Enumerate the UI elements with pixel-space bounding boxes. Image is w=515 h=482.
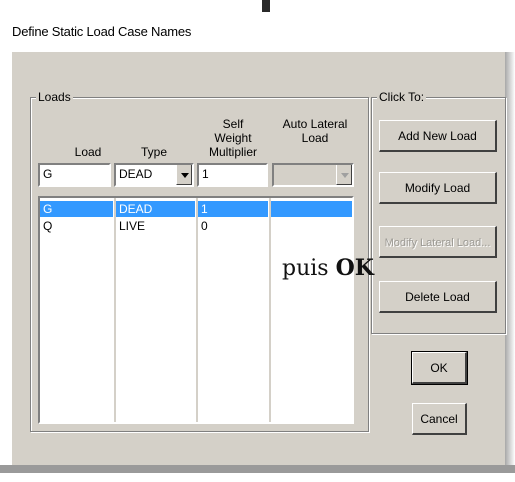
loads-list[interactable]: G DEAD 1 Q LIVE 0: [38, 196, 354, 424]
type-select-value: DEAD: [119, 167, 153, 181]
cancel-button[interactable]: Cancel: [412, 403, 467, 435]
header-self-weight-multiplier: Self Weight Multiplier: [208, 117, 257, 159]
multiplier-input[interactable]: 1: [197, 163, 268, 187]
bottom-edge: [0, 465, 515, 473]
window-title: Define Static Load Case Names: [12, 24, 192, 39]
row-multiplier-cell: 1: [201, 202, 208, 216]
type-select[interactable]: DEAD: [114, 163, 194, 187]
title-bar: Define Static Load Case Names: [0, 12, 515, 52]
annotation-text: puis: [282, 256, 336, 281]
header-load: Load: [74, 145, 102, 159]
row-multiplier-cell: 0: [201, 219, 208, 233]
left-edge: [0, 52, 12, 472]
top-band: [0, 0, 515, 12]
row-load-cell: G: [43, 202, 53, 216]
header-type: Type: [140, 145, 167, 159]
column-divider: [269, 198, 271, 422]
modify-lateral-load-button[interactable]: Modify Lateral Load...: [379, 226, 497, 258]
load-name-input[interactable]: G: [38, 163, 111, 187]
column-divider: [114, 198, 116, 422]
header-auto-lateral-load: Auto Lateral Load: [282, 117, 348, 145]
chevron-down-icon[interactable]: [176, 165, 192, 185]
column-divider: [196, 198, 198, 422]
multiplier-value: 1: [202, 167, 209, 181]
load-name-value: G: [43, 167, 53, 181]
row-type-cell: LIVE: [119, 219, 146, 233]
modify-load-button[interactable]: Modify Load: [379, 172, 497, 204]
right-shadow: [505, 52, 515, 467]
click-to-label: Click To:: [377, 90, 427, 104]
background-window-edge: [262, 0, 270, 12]
add-new-load-button[interactable]: Add New Load: [379, 120, 497, 152]
annotation-bold: OK: [335, 255, 374, 281]
row-type-cell: DEAD: [119, 202, 153, 216]
auto-lateral-select[interactable]: [272, 163, 354, 187]
row-load-cell: Q: [43, 219, 53, 233]
chevron-down-icon[interactable]: [336, 165, 352, 185]
instruction-annotation: puis OK: [282, 255, 374, 281]
ok-button[interactable]: OK: [411, 351, 468, 385]
delete-load-button[interactable]: Delete Load: [379, 281, 497, 313]
loads-group-label: Loads: [36, 90, 73, 104]
